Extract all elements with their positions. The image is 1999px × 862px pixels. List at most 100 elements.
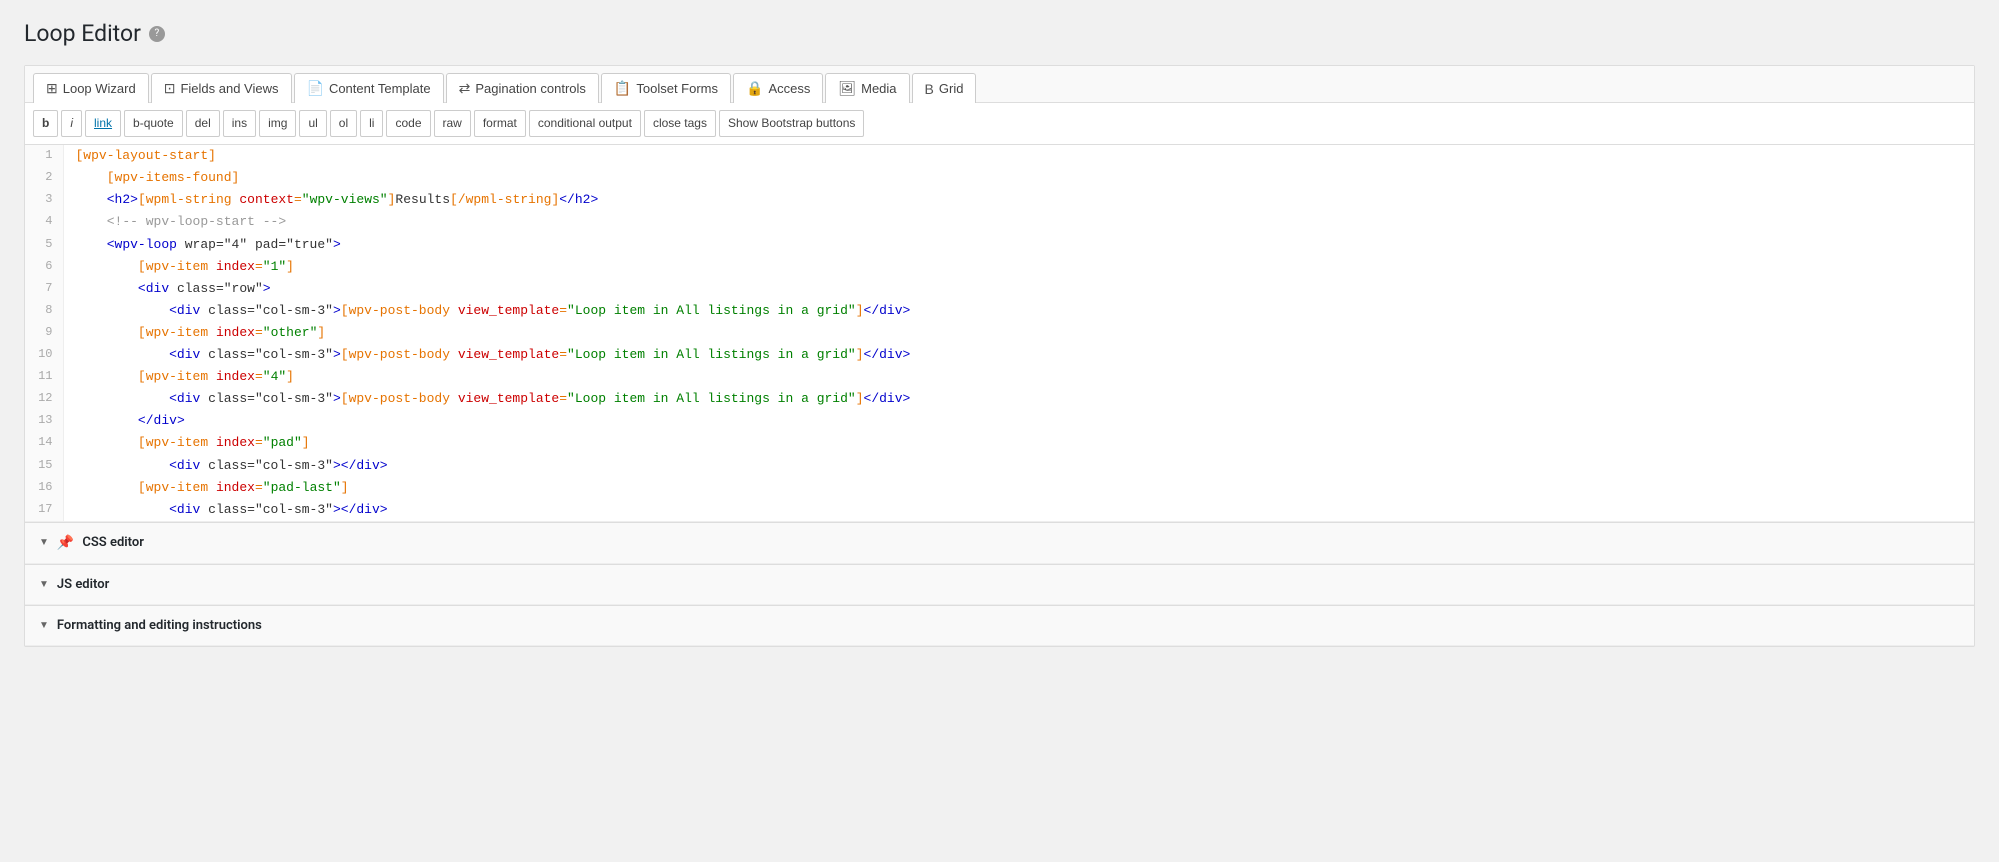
line-number: 14 [25, 432, 63, 454]
section-title-css-editor: CSS editor [82, 535, 144, 550]
line-number: 15 [25, 455, 63, 477]
tab-content-template[interactable]: 📄 Content Template [294, 73, 444, 103]
line-content[interactable]: [wpv-item index="other"] [63, 322, 1974, 344]
code-editor-wrapper: 1[wpv-layout-start]2 [wpv-items-found]3 … [25, 145, 1974, 522]
toolbar-btn-ins[interactable]: ins [223, 110, 256, 137]
line-number: 17 [25, 499, 63, 521]
section-title-js-editor: JS editor [57, 577, 109, 592]
section-header-formatting-instructions[interactable]: ▼Formatting and editing instructions [25, 606, 1974, 646]
page-title: Loop Editor [24, 20, 141, 47]
tab-toolset-forms[interactable]: 📋 Toolset Forms [601, 73, 731, 103]
code-line: 1[wpv-layout-start] [25, 145, 1974, 167]
line-number: 2 [25, 167, 63, 189]
content-template-icon: 📄 [307, 80, 324, 97]
code-line: 8 <div class="col-sm-3">[wpv-post-body v… [25, 300, 1974, 322]
toolbar-btn-b[interactable]: b [33, 110, 58, 137]
toolbar-btn-code[interactable]: code [386, 110, 430, 137]
grid-icon: B [925, 81, 934, 97]
fields-and-views-icon: ⊡ [164, 80, 176, 97]
toolbar-btn-raw[interactable]: raw [434, 110, 471, 137]
grid-label: Grid [939, 81, 964, 96]
line-content[interactable]: [wpv-items-found] [63, 167, 1974, 189]
section-header-css-editor[interactable]: ▼📌CSS editor [25, 523, 1974, 564]
page-container: Loop Editor ? ⊞ Loop Wizard ⊡Fields and Vi… [0, 0, 1999, 667]
code-line: 11 [wpv-item index="4"] [25, 366, 1974, 388]
loop-wizard-label: Loop Wizard [63, 81, 136, 96]
line-content[interactable]: [wpv-layout-start] [63, 145, 1974, 167]
line-content[interactable]: [wpv-item index="pad-last"] [63, 477, 1974, 499]
line-content[interactable]: <div class="col-sm-3">[wpv-post-body vie… [63, 344, 1974, 366]
line-number: 10 [25, 344, 63, 366]
loop-wizard-icon: ⊞ [46, 80, 58, 97]
code-line: 16 [wpv-item index="pad-last"] [25, 477, 1974, 499]
line-number: 6 [25, 256, 63, 278]
line-content[interactable]: <wpv-loop wrap="4" pad="true"> [63, 234, 1974, 256]
toolbar-btn-ol[interactable]: ol [330, 110, 357, 137]
line-number: 13 [25, 410, 63, 432]
tab-loop-wizard[interactable]: ⊞ Loop Wizard [33, 73, 149, 103]
toolbar-btn-img[interactable]: img [259, 110, 296, 137]
line-number: 16 [25, 477, 63, 499]
tab-access[interactable]: 🔒 Access [733, 73, 823, 103]
toolset-forms-icon: 📋 [614, 80, 631, 97]
line-content[interactable]: <h2>[wpml-string context="wpv-views"]Res… [63, 189, 1974, 211]
line-number: 8 [25, 300, 63, 322]
chevron-down-icon: ▼ [39, 579, 49, 590]
toolbar-bar: bilinkb-quotedelinsimgulollicoderawforma… [25, 103, 1974, 145]
toolbar-btn-i[interactable]: i [61, 110, 82, 137]
chevron-down-icon: ▼ [39, 537, 49, 548]
tabs-bar: ⊞ Loop Wizard ⊡Fields and Views 📄 Content Te… [25, 66, 1974, 103]
line-content[interactable]: </div> [63, 410, 1974, 432]
access-icon: 🔒 [746, 80, 763, 97]
toolset-forms-label: Toolset Forms [636, 81, 718, 96]
line-content[interactable]: <div class="col-sm-3"></div> [63, 455, 1974, 477]
media-icon: 🖼 [838, 80, 856, 97]
toolbar-btn-link[interactable]: link [85, 110, 121, 137]
section-header-js-editor[interactable]: ▼ JS editor [25, 565, 1974, 605]
collapsible-sections: ▼📌CSS editor▼JS editor▼Formatting and ed… [25, 522, 1974, 646]
toolbar-btn-ul[interactable]: ul [299, 110, 326, 137]
toolbar-btn-show-bootstrap[interactable]: Show Bootstrap buttons [719, 110, 864, 137]
toolbar-btn-li[interactable]: li [360, 110, 383, 137]
editor-wrapper: ⊞ Loop Wizard ⊡Fields and Views 📄 Content Te… [24, 65, 1975, 647]
line-content[interactable]: <div class="row"> [63, 278, 1974, 300]
access-label: Access [768, 81, 810, 96]
code-line: 14 [wpv-item index="pad"] [25, 432, 1974, 454]
line-content[interactable]: <div class="col-sm-3">[wpv-post-body vie… [63, 300, 1974, 322]
code-line: 3 <h2>[wpml-string context="wpv-views"]R… [25, 189, 1974, 211]
section-js-editor: ▼ JS editor [25, 564, 1974, 605]
line-content[interactable]: <div class="col-sm-3">[wpv-post-body vie… [63, 388, 1974, 410]
section-formatting-instructions: ▼Formatting and editing instructions [25, 605, 1974, 646]
content-template-label: Content Template [329, 81, 431, 96]
code-line: 15 <div class="col-sm-3"></div> [25, 455, 1974, 477]
line-content[interactable]: <!-- wpv-loop-start --> [63, 211, 1974, 233]
code-line: 13 </div> [25, 410, 1974, 432]
code-line: 10 <div class="col-sm-3">[wpv-post-body … [25, 344, 1974, 366]
line-content[interactable]: <div class="col-sm-3"></div> [63, 499, 1974, 521]
toolbar-btn-del[interactable]: del [186, 110, 220, 137]
code-editor[interactable]: 1[wpv-layout-start]2 [wpv-items-found]3 … [25, 145, 1974, 522]
line-content[interactable]: [wpv-item index="4"] [63, 366, 1974, 388]
tab-media[interactable]: 🖼Media [825, 73, 909, 103]
line-content[interactable]: [wpv-item index="1"] [63, 256, 1974, 278]
code-line: 7 <div class="row"> [25, 278, 1974, 300]
line-number: 5 [25, 234, 63, 256]
line-number: 12 [25, 388, 63, 410]
section-css-editor: ▼📌CSS editor [25, 522, 1974, 564]
line-content[interactable]: [wpv-item index="pad"] [63, 432, 1974, 454]
code-line: 9 [wpv-item index="other"] [25, 322, 1974, 344]
toolbar-btn-format[interactable]: format [474, 110, 526, 137]
line-number: 4 [25, 211, 63, 233]
code-line: 4 <!-- wpv-loop-start --> [25, 211, 1974, 233]
line-number: 9 [25, 322, 63, 344]
tab-pagination-controls[interactable]: ⇄Pagination controls [446, 73, 599, 103]
tab-grid[interactable]: B Grid [912, 73, 977, 103]
help-icon[interactable]: ? [149, 26, 165, 42]
code-line: 12 <div class="col-sm-3">[wpv-post-body … [25, 388, 1974, 410]
toolbar-btn-b-quote[interactable]: b-quote [124, 110, 183, 137]
toolbar-btn-close-tags[interactable]: close tags [644, 110, 716, 137]
toolbar-btn-conditional-output[interactable]: conditional output [529, 110, 641, 137]
page-title-row: Loop Editor ? [24, 20, 1975, 47]
tab-fields-and-views[interactable]: ⊡Fields and Views [151, 73, 292, 103]
code-line: 2 [wpv-items-found] [25, 167, 1974, 189]
